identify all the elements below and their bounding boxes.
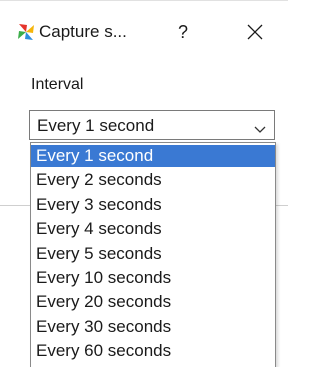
dropdown-option[interactable]: Every 3 seconds xyxy=(31,194,275,216)
close-button[interactable] xyxy=(240,17,270,47)
interval-dropdown-list: Every 1 second Every 2 seconds Every 3 sec… xyxy=(30,142,276,367)
dropdown-option[interactable]: Every 10 seconds xyxy=(31,267,275,289)
app-pinwheel-icon xyxy=(16,22,36,42)
interval-label: Interval xyxy=(31,76,84,93)
dropdown-option[interactable]: Every 60 seconds xyxy=(31,340,275,362)
background-divider-right xyxy=(276,205,288,206)
capture-settings-dialog: Capture s... ? Interval Every 1 second E… xyxy=(0,0,288,367)
chevron-down-icon xyxy=(254,121,266,133)
dropdown-option[interactable]: Every 5 seconds xyxy=(31,243,275,265)
dropdown-option[interactable]: Every 2 seconds xyxy=(31,169,275,191)
window-top-border xyxy=(0,0,288,1)
title-bar: Capture s... ? xyxy=(0,0,288,66)
help-button[interactable]: ? xyxy=(170,17,196,47)
dropdown-option[interactable]: Every 20 seconds xyxy=(31,291,275,313)
background-divider xyxy=(0,205,30,206)
interval-combobox[interactable]: Every 1 second xyxy=(29,110,275,140)
dropdown-option[interactable]: Every 4 seconds xyxy=(31,218,275,240)
close-icon xyxy=(247,24,263,40)
interval-selected-value: Every 1 second xyxy=(37,116,155,135)
dropdown-option[interactable]: Every 1 second xyxy=(31,145,275,167)
window-title: Capture s... xyxy=(39,22,127,41)
dropdown-option[interactable]: Every 30 seconds xyxy=(31,316,275,338)
